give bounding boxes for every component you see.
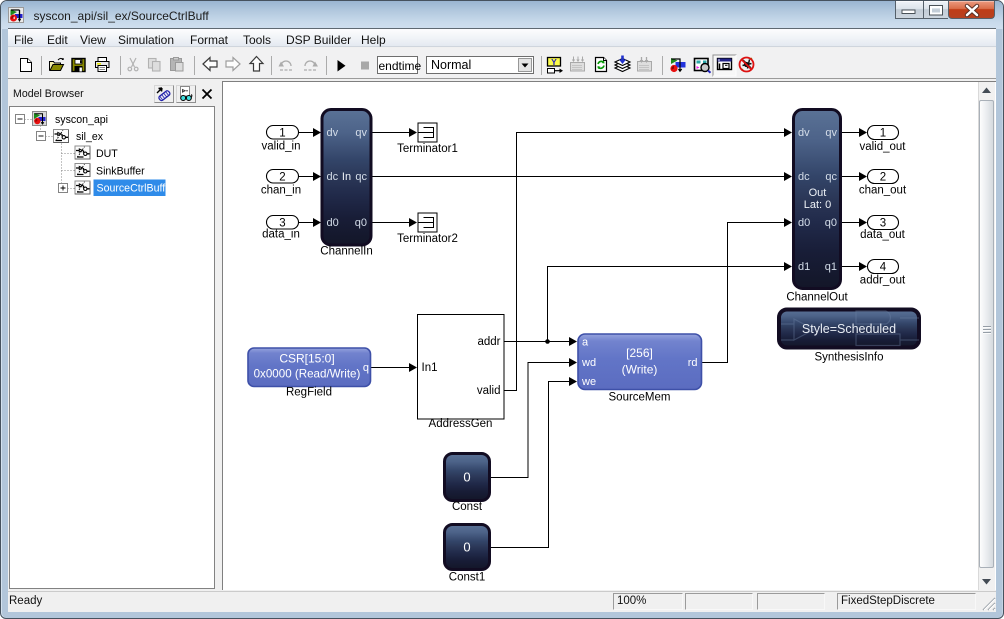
- svg-text:chan_in: chan_in: [261, 185, 301, 197]
- svg-text:sil_ex: sil_ex: [76, 131, 104, 143]
- svg-text:AddressGen: AddressGen: [429, 418, 493, 430]
- svg-text:valid_out: valid_out: [859, 141, 906, 153]
- svg-text:Const: Const: [452, 501, 483, 513]
- svg-text:(Write): (Write): [622, 363, 658, 377]
- svg-text:SourceMem: SourceMem: [609, 392, 671, 404]
- svg-text:0x0000 (Read/Write): 0x0000 (Read/Write): [254, 368, 361, 381]
- svg-text:qc: qc: [355, 171, 367, 183]
- svg-text:SinkBuffer: SinkBuffer: [96, 166, 145, 178]
- svg-text:Terminator1: Terminator1: [397, 143, 458, 155]
- svg-text:ChannelIn: ChannelIn: [320, 246, 372, 258]
- svg-text:d0: d0: [798, 217, 810, 229]
- svg-text:qv: qv: [355, 127, 367, 139]
- svg-text:dv: dv: [798, 127, 810, 139]
- svg-text:DUT: DUT: [96, 148, 118, 160]
- svg-text:qc: qc: [825, 171, 837, 183]
- svg-text:2: 2: [880, 172, 886, 184]
- svg-text:syscon_api: syscon_api: [55, 114, 108, 126]
- svg-text:wd: wd: [581, 357, 596, 369]
- svg-text:valid_in: valid_in: [262, 141, 301, 153]
- svg-text:2: 2: [279, 172, 285, 184]
- svg-text:dc: dc: [798, 171, 810, 183]
- svg-text:1: 1: [880, 128, 886, 140]
- svg-text:0: 0: [463, 470, 470, 485]
- svg-text:Const1: Const1: [449, 572, 485, 584]
- svg-text:SourceCtrlBuff: SourceCtrlBuff: [97, 183, 166, 195]
- svg-text:Lat: 0: Lat: 0: [804, 199, 832, 211]
- svg-text:3: 3: [880, 218, 886, 230]
- svg-text:dv: dv: [327, 127, 339, 139]
- svg-text:dc: dc: [327, 171, 339, 183]
- svg-text:0: 0: [463, 540, 470, 555]
- svg-text:In1: In1: [422, 362, 438, 374]
- svg-text:q0: q0: [825, 217, 837, 229]
- svg-text:q: q: [363, 362, 369, 374]
- svg-text:rd: rd: [688, 357, 698, 369]
- svg-text:addr_out: addr_out: [860, 275, 906, 287]
- svg-text:Terminator2: Terminator2: [397, 233, 458, 245]
- svg-text:In: In: [342, 171, 351, 183]
- svg-text:data_in: data_in: [262, 229, 300, 241]
- svg-text:RegField: RegField: [286, 387, 332, 399]
- svg-text:[256]: [256]: [626, 346, 653, 360]
- svg-text:addr: addr: [477, 336, 500, 348]
- svg-text:Out: Out: [809, 187, 827, 199]
- svg-text:q0: q0: [355, 217, 367, 229]
- svg-text:d0: d0: [327, 217, 339, 229]
- svg-text:we: we: [581, 376, 596, 388]
- svg-text:data_out: data_out: [860, 229, 906, 241]
- svg-text:chan_out: chan_out: [859, 185, 907, 197]
- svg-text:valid: valid: [477, 385, 501, 397]
- svg-text:Style=Scheduled: Style=Scheduled: [802, 322, 896, 336]
- svg-text:CSR[15:0]: CSR[15:0]: [279, 352, 334, 366]
- svg-text:Y: Y: [551, 57, 557, 67]
- svg-text:SynthesisInfo: SynthesisInfo: [814, 352, 883, 364]
- svg-text:d1: d1: [798, 261, 810, 273]
- svg-text:ChannelOut: ChannelOut: [786, 292, 848, 304]
- svg-text:q1: q1: [825, 261, 837, 273]
- svg-text:qv: qv: [825, 127, 837, 139]
- svg-text:4: 4: [880, 262, 887, 274]
- svg-text:a: a: [582, 337, 589, 349]
- svg-text:1: 1: [279, 128, 285, 140]
